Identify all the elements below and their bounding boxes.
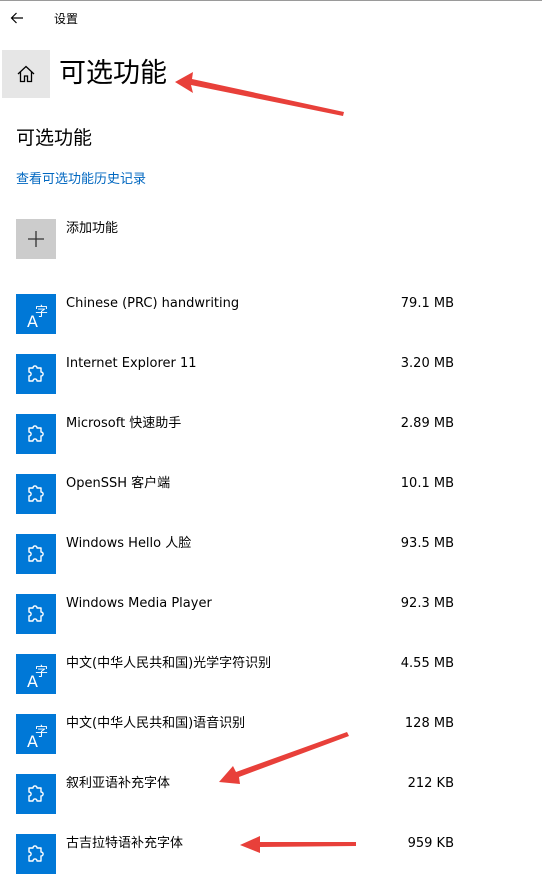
feature-tile: A 字 [16,294,56,334]
plus-icon [28,231,44,247]
puzzle-icon [28,845,44,862]
svg-text:字: 字 [35,305,48,320]
feature-size: 10.1 MB [400,476,454,491]
puzzle-icon [28,545,44,562]
section-title: 可选功能 [16,127,93,149]
feature-size: 79.1 MB [400,296,454,311]
puzzle-icon [28,425,44,442]
feature-item-chinese-speech[interactable]: A 字 中文(中华人民共和国)语音识别 128 MB [16,714,466,774]
annotation-arrow-title [175,72,344,116]
feature-size: 959 KB [407,836,454,851]
feature-name: 古吉拉特语补充字体 [66,836,184,851]
view-history-link[interactable]: 查看可选功能历史记录 [16,171,146,189]
feature-name: Microsoft 快速助手 [66,416,182,431]
feature-tile [16,834,56,874]
back-button[interactable] [0,1,34,35]
feature-tile: A 字 [16,654,56,694]
language-icon: A 字 [27,665,48,691]
feature-name: OpenSSH 客户端 [66,476,171,491]
add-feature-label: 添加功能 [66,221,119,236]
feature-item-openssh-client[interactable]: OpenSSH 客户端 10.1 MB [16,474,466,534]
puzzle-icon [28,605,44,622]
add-feature-tile [16,219,56,259]
feature-item-internet-explorer[interactable]: Internet Explorer 11 3.20 MB [16,354,466,414]
page-title: 可选功能 [59,58,167,89]
home-button[interactable] [2,50,50,98]
feature-item-quick-assist[interactable]: Microsoft 快速助手 2.89 MB [16,414,466,474]
svg-text:字: 字 [35,665,48,680]
svg-text:字: 字 [35,725,48,740]
feature-item-gujarati-fonts[interactable]: 古吉拉特语补充字体 959 KB [16,834,466,894]
feature-name: Windows Media Player [66,596,212,611]
arrow-left-icon [10,12,23,24]
feature-tile [16,414,56,454]
feature-item-chinese-ocr[interactable]: A 字 中文(中华人民共和国)光学字符识别 4.55 MB [16,654,466,714]
add-feature-button[interactable]: 添加功能 [16,219,316,259]
feature-size: 3.20 MB [400,356,454,371]
feature-size: 92.3 MB [400,596,454,611]
feature-tile [16,354,56,394]
feature-name: Chinese (PRC) handwriting [66,296,240,311]
feature-size: 93.5 MB [400,536,454,551]
puzzle-icon [28,365,44,382]
feature-size: 2.89 MB [400,416,454,431]
language-icon: A 字 [27,305,48,331]
feature-size: 4.55 MB [400,656,454,671]
feature-tile: A 字 [16,714,56,754]
feature-item-chinese-handwriting[interactable]: A 字 Chinese (PRC) handwriting 79.1 MB [16,294,466,354]
puzzle-icon [28,785,44,802]
feature-tile [16,474,56,514]
feature-tile [16,534,56,574]
feature-name: Windows Hello 人脸 [66,536,192,551]
feature-tile [16,594,56,634]
feature-item-syriac-fonts[interactable]: 叙利亚语补充字体 212 KB [16,774,466,834]
title-bar: 设置 [0,1,542,35]
feature-name: 中文(中华人民共和国)语音识别 [66,716,246,731]
feature-list: A 字 Chinese (PRC) handwriting 79.1 MB In… [16,294,466,894]
feature-size: 128 MB [404,716,454,731]
home-icon [17,65,35,83]
feature-name: Internet Explorer 11 [66,356,197,371]
language-icon: A 字 [27,725,48,751]
puzzle-icon [28,485,44,502]
feature-name: 中文(中华人民共和国)光学字符识别 [66,656,272,671]
feature-item-windows-hello-face[interactable]: Windows Hello 人脸 93.5 MB [16,534,466,594]
feature-tile [16,774,56,814]
feature-name: 叙利亚语补充字体 [66,776,171,791]
feature-item-windows-media-player[interactable]: Windows Media Player 92.3 MB [16,594,466,654]
feature-size: 212 KB [407,776,454,791]
window-title: 设置 [54,12,79,26]
